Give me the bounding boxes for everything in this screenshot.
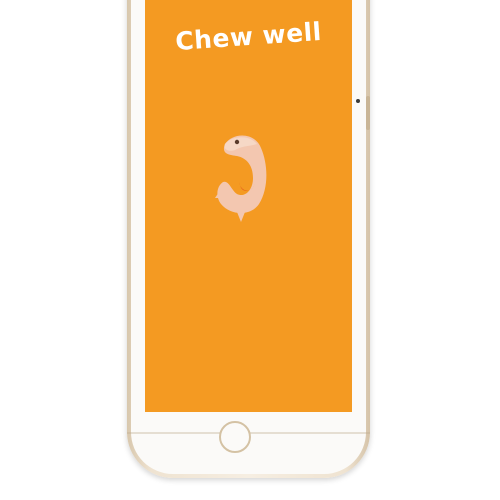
fish-mascot-icon <box>215 135 267 222</box>
home-button[interactable] <box>219 421 251 453</box>
mascot-eye-icon <box>234 139 240 145</box>
app-screen[interactable]: Chew well <box>145 0 352 412</box>
device-mockup: Chew well <box>0 0 500 500</box>
camera-dot-icon <box>356 99 360 103</box>
app-title: Chew well <box>174 16 323 57</box>
side-button <box>366 96 370 130</box>
mascot-tail <box>237 212 245 222</box>
